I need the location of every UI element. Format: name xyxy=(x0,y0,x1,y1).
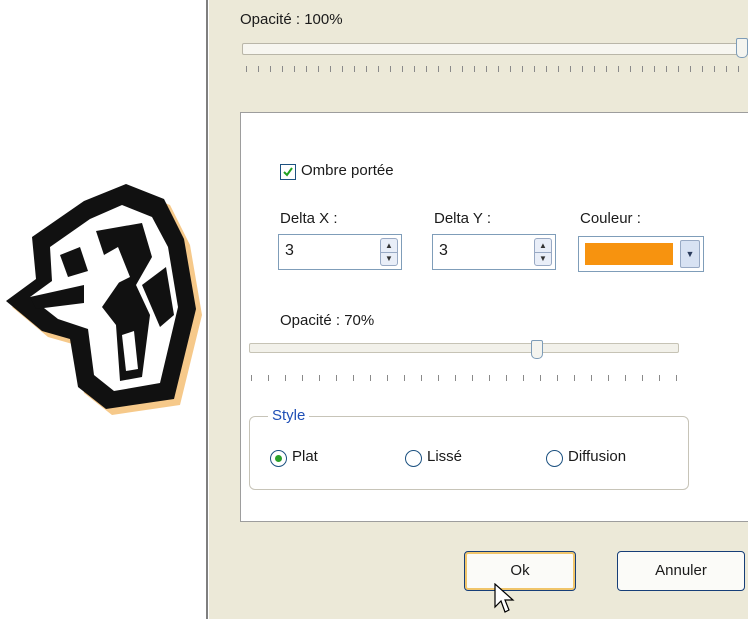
shadow-opacity-ticks xyxy=(251,375,681,381)
style-option-lisse-label: Lissé xyxy=(427,448,463,465)
delta-y-spinbox[interactable]: 3 ▲ ▼ xyxy=(432,234,556,270)
style-group: Style Plat Lissé Diffusion xyxy=(249,407,689,490)
top-opacity-ticks xyxy=(246,66,748,72)
delta-y-spin-buttons[interactable]: ▲ ▼ xyxy=(534,238,552,266)
shadow-opacity-label: Opacité : 70% xyxy=(280,312,375,329)
preview-image xyxy=(0,0,206,619)
top-opacity-slider[interactable] xyxy=(242,43,748,55)
style-option-plat-label: Plat xyxy=(292,448,318,465)
ok-button[interactable]: Ok xyxy=(464,551,576,591)
spin-down-icon[interactable]: ▼ xyxy=(535,252,551,265)
delta-x-value: 3 xyxy=(285,242,294,259)
chevron-down-icon[interactable]: ▼ xyxy=(680,240,700,268)
style-radio-lisse[interactable] xyxy=(405,450,422,467)
style-radio-plat[interactable] xyxy=(270,450,287,467)
shadow-panel: Ombre portée Delta X : 3 ▲ ▼ Delta Y : 3… xyxy=(240,112,748,522)
shadow-checkbox-label: Ombre portée xyxy=(301,162,394,179)
graffiti-preview-image xyxy=(6,184,202,415)
color-label: Couleur : xyxy=(580,210,641,227)
delta-y-value: 3 xyxy=(439,242,448,259)
top-opacity-slider-thumb[interactable] xyxy=(736,38,748,58)
color-picker[interactable]: ▼ xyxy=(578,236,704,272)
delta-x-label: Delta X : xyxy=(280,210,338,227)
shadow-opacity-slider[interactable] xyxy=(249,343,679,353)
style-legend: Style xyxy=(268,407,310,424)
shadow-dialog: Opacité : 100% Ombre portée Delta X : 3 … xyxy=(206,0,748,619)
shadow-checkbox[interactable] xyxy=(280,164,296,180)
spin-up-icon[interactable]: ▲ xyxy=(381,239,397,253)
spin-down-icon[interactable]: ▼ xyxy=(381,252,397,265)
delta-x-spinbox[interactable]: 3 ▲ ▼ xyxy=(278,234,402,270)
spin-up-icon[interactable]: ▲ xyxy=(535,239,551,253)
delta-x-spin-buttons[interactable]: ▲ ▼ xyxy=(380,238,398,266)
check-icon xyxy=(283,167,293,177)
style-radio-diffusion[interactable] xyxy=(546,450,563,467)
color-swatch xyxy=(585,243,673,265)
mouse-cursor-icon xyxy=(494,583,515,613)
cancel-button[interactable]: Annuler xyxy=(617,551,745,591)
style-option-diffusion-label: Diffusion xyxy=(568,448,627,465)
delta-y-label: Delta Y : xyxy=(434,210,491,227)
top-opacity-label: Opacité : 100% xyxy=(240,11,343,28)
radio-selected-dot xyxy=(275,455,282,462)
shadow-opacity-slider-thumb[interactable] xyxy=(531,340,543,359)
